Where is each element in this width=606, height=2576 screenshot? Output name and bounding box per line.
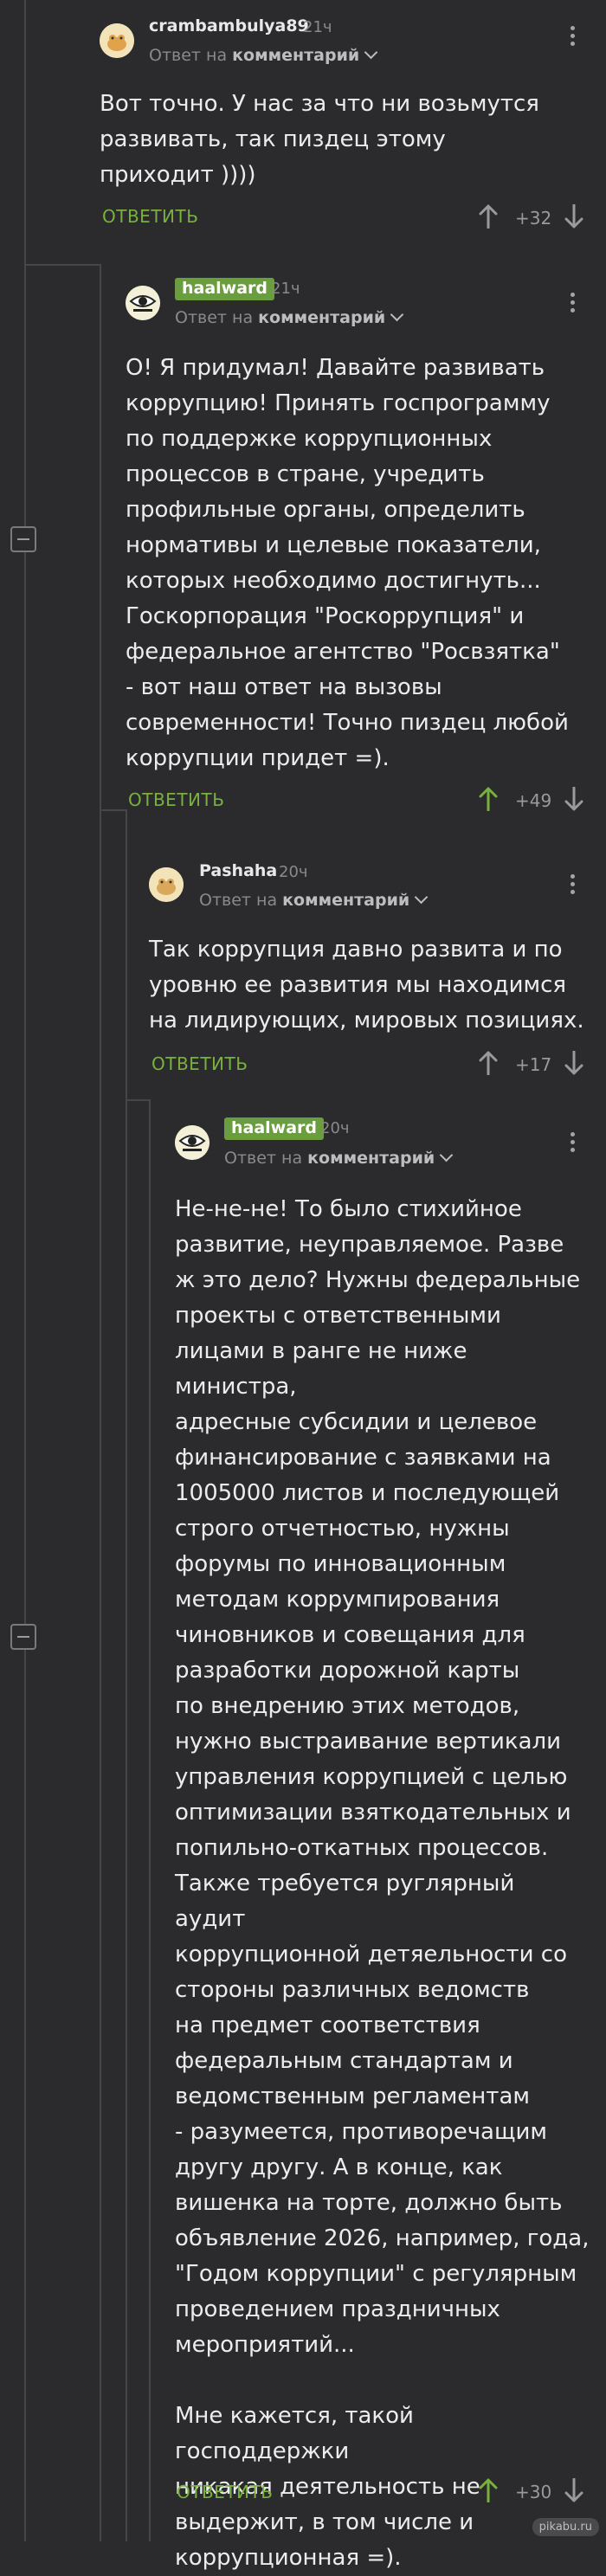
- eye-logo-avatar-icon: [126, 286, 160, 320]
- reply-prefix: Ответ на: [149, 46, 228, 65]
- reply-button[interactable]: ОТВЕТИТЬ: [152, 1053, 248, 1074]
- downvote-arrow-icon[interactable]: [564, 787, 583, 811]
- rating: +30: [515, 2482, 552, 2502]
- reply-button[interactable]: ОТВЕТИТЬ: [128, 789, 224, 810]
- timestamp: 21ч: [271, 280, 300, 298]
- user-avatar[interactable]: [149, 867, 184, 902]
- user-avatar[interactable]: [100, 23, 134, 58]
- reply-button[interactable]: ОТВЕТИТЬ: [102, 206, 198, 227]
- cat-avatar-icon: [100, 23, 134, 58]
- chevron-down-icon: [364, 45, 378, 60]
- more-options-icon[interactable]: [570, 1132, 575, 1152]
- downvote-arrow-icon[interactable]: [564, 2478, 583, 2502]
- reply-target: комментарий: [307, 1149, 435, 1168]
- timestamp: 20ч: [279, 863, 308, 881]
- reply-to[interactable]: Ответ на комментарий: [224, 1148, 454, 1168]
- upvote-arrow-icon[interactable]: [479, 1051, 498, 1075]
- more-options-icon[interactable]: [570, 874, 575, 894]
- user-avatar[interactable]: [175, 1125, 210, 1160]
- comment-text: Вот точно. У нас за что ни возьмутся раз…: [100, 91, 539, 188]
- reply-prefix: Ответ на: [199, 891, 278, 910]
- reply-button[interactable]: ОТВЕТИТЬ: [177, 2482, 273, 2502]
- downvote-arrow-icon[interactable]: [564, 1051, 583, 1075]
- collapse-thread-button[interactable]: [10, 1624, 36, 1650]
- thread-line: [100, 264, 101, 2541]
- thread-line: [24, 0, 26, 2541]
- user-avatar[interactable]: [126, 286, 160, 320]
- collapse-thread-button[interactable]: [10, 526, 36, 552]
- reply-to[interactable]: Ответ на комментарий: [175, 307, 404, 327]
- chevron-down-icon: [414, 890, 429, 905]
- rating: +17: [515, 1054, 552, 1075]
- reply-target: комментарий: [282, 891, 410, 910]
- watermark: pikabu.ru: [532, 2518, 599, 2536]
- comment-text: Так коррупция давно развита и по уровню …: [149, 937, 584, 1034]
- username[interactable]: crambambulya89: [149, 16, 309, 35]
- thread-branch: [24, 264, 100, 266]
- more-options-icon[interactable]: [570, 26, 575, 46]
- reply-prefix: Ответ на: [175, 308, 254, 327]
- reply-to[interactable]: Ответ на комментарий: [149, 45, 378, 65]
- thread-branch: [126, 1099, 149, 1101]
- upvote-arrow-icon[interactable]: [479, 787, 498, 811]
- downvote-arrow-icon[interactable]: [564, 204, 583, 229]
- reply-to[interactable]: Ответ на комментарий: [199, 890, 429, 910]
- username[interactable]: Pashaha: [199, 861, 277, 880]
- reply-prefix: Ответ на: [224, 1149, 303, 1168]
- thread-line: [149, 1099, 151, 2541]
- comment-text: Не-не-не! То было стихийное развитие, не…: [175, 1196, 590, 2571]
- username[interactable]: haalward: [224, 1117, 325, 1140]
- chevron-down-icon: [390, 307, 404, 322]
- eye-logo-avatar-icon: [175, 1125, 210, 1160]
- comment-text: О! Я придумал! Давайте развивать коррупц…: [126, 355, 569, 771]
- thread-line: [126, 809, 127, 2541]
- reply-target: комментарий: [232, 46, 360, 65]
- timestamp: 21ч: [303, 18, 332, 36]
- upvote-arrow-icon[interactable]: [479, 2478, 498, 2502]
- rating: +49: [515, 790, 552, 811]
- more-options-icon[interactable]: [570, 293, 575, 312]
- chevron-down-icon: [439, 1148, 454, 1162]
- timestamp: 20ч: [320, 1119, 350, 1137]
- rating: +32: [515, 208, 552, 229]
- cat-avatar-icon: [149, 867, 184, 902]
- thread-branch: [100, 809, 126, 811]
- reply-target: комментарий: [258, 308, 386, 327]
- upvote-arrow-icon[interactable]: [479, 204, 498, 229]
- username[interactable]: haalward: [175, 278, 275, 300]
